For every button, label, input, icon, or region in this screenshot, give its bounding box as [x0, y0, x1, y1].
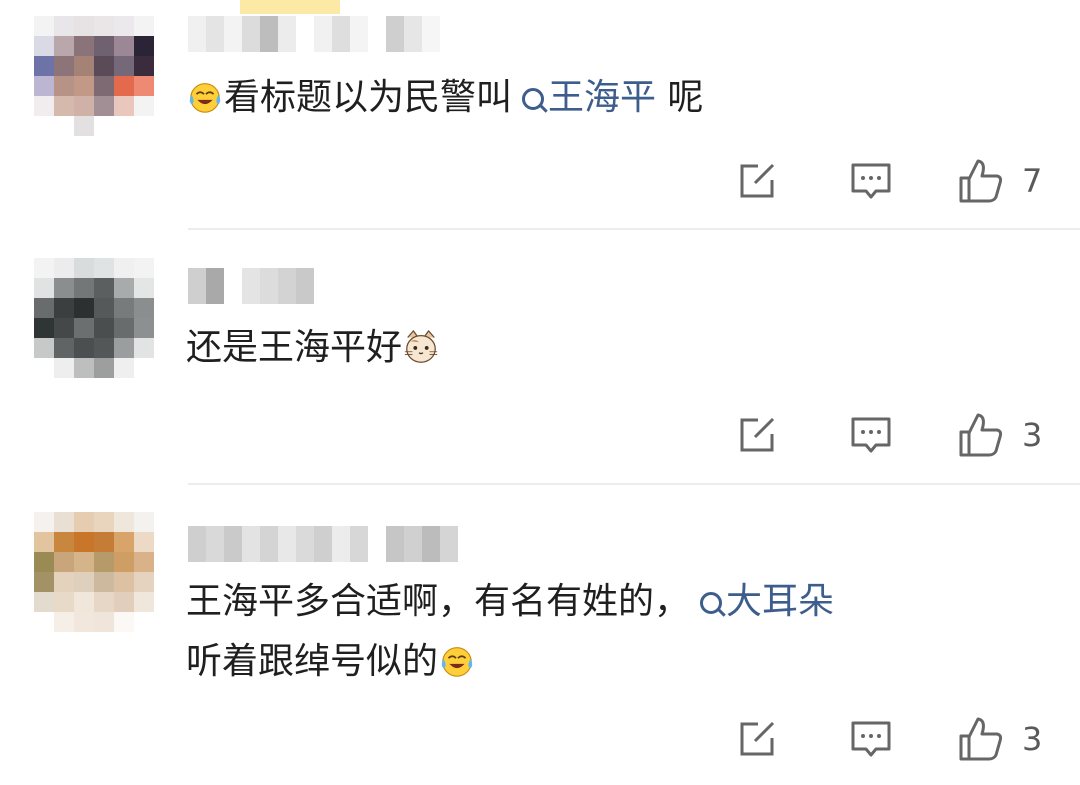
comment-text: 看标题以为民警叫 王海平 呢	[186, 68, 703, 128]
reply-button[interactable]	[850, 714, 892, 764]
search-icon	[522, 88, 545, 110]
thumbs-up-icon	[959, 717, 1003, 761]
like-button[interactable]: 3	[958, 714, 1042, 764]
like-count: 3	[1022, 416, 1043, 454]
divider	[188, 228, 1080, 230]
share-icon	[740, 721, 775, 756]
laugh-cry-emoji-icon	[441, 647, 473, 677]
comment-icon	[851, 417, 891, 453]
cat-face-emoji-icon	[404, 330, 438, 363]
share-button[interactable]	[736, 410, 778, 460]
avatar[interactable]	[34, 258, 154, 378]
like-button[interactable]: 7	[958, 156, 1042, 206]
comment-actions: 3	[0, 714, 1080, 764]
like-count: 3	[1022, 720, 1043, 758]
share-button[interactable]	[736, 714, 778, 764]
like-count: 7	[1022, 162, 1043, 200]
thumbs-up-icon	[959, 159, 1003, 203]
share-button[interactable]	[736, 156, 778, 206]
laugh-cry-emoji-icon	[189, 83, 221, 113]
thumbs-up-icon	[959, 413, 1003, 457]
search-icon	[700, 592, 723, 614]
comment-text: 王海平多合适啊，有名有姓的， 大耳朵 听着跟绰号似的	[186, 572, 834, 692]
comment-text-line: 王海平多合适啊，有名有姓的， 大耳朵	[186, 572, 834, 632]
comment-icon	[851, 721, 891, 757]
username-blurred[interactable]	[188, 526, 458, 562]
avatar[interactable]	[34, 512, 154, 632]
divider	[188, 483, 1080, 485]
topic-link[interactable]: 王海平	[512, 77, 656, 118]
comment-text-part: 还是王海平好	[186, 327, 403, 368]
comment-actions: 3	[0, 410, 1080, 460]
share-icon	[740, 417, 775, 452]
top-highlight-bar	[240, 0, 340, 14]
username-blurred[interactable]	[188, 16, 440, 52]
share-icon	[740, 163, 775, 198]
comment-text-part: 王海平多合适啊，有名有姓的，	[186, 581, 691, 622]
topic-link[interactable]: 大耳朵	[690, 581, 834, 622]
comment-text: 还是王海平好	[186, 318, 440, 378]
avatar[interactable]	[34, 16, 154, 136]
comment-text-part: 看标题以为民警叫	[224, 77, 513, 118]
reply-button[interactable]	[850, 156, 892, 206]
comment-text-line: 听着跟绰号似的	[186, 632, 834, 692]
comment-text-part: 呢	[656, 77, 704, 118]
like-button[interactable]: 3	[958, 410, 1042, 460]
comment-icon	[851, 163, 891, 199]
comment-text-part: 听着跟绰号似的	[186, 641, 439, 682]
username-blurred[interactable]	[188, 268, 314, 304]
comment-actions: 7	[0, 156, 1080, 206]
reply-button[interactable]	[850, 410, 892, 460]
